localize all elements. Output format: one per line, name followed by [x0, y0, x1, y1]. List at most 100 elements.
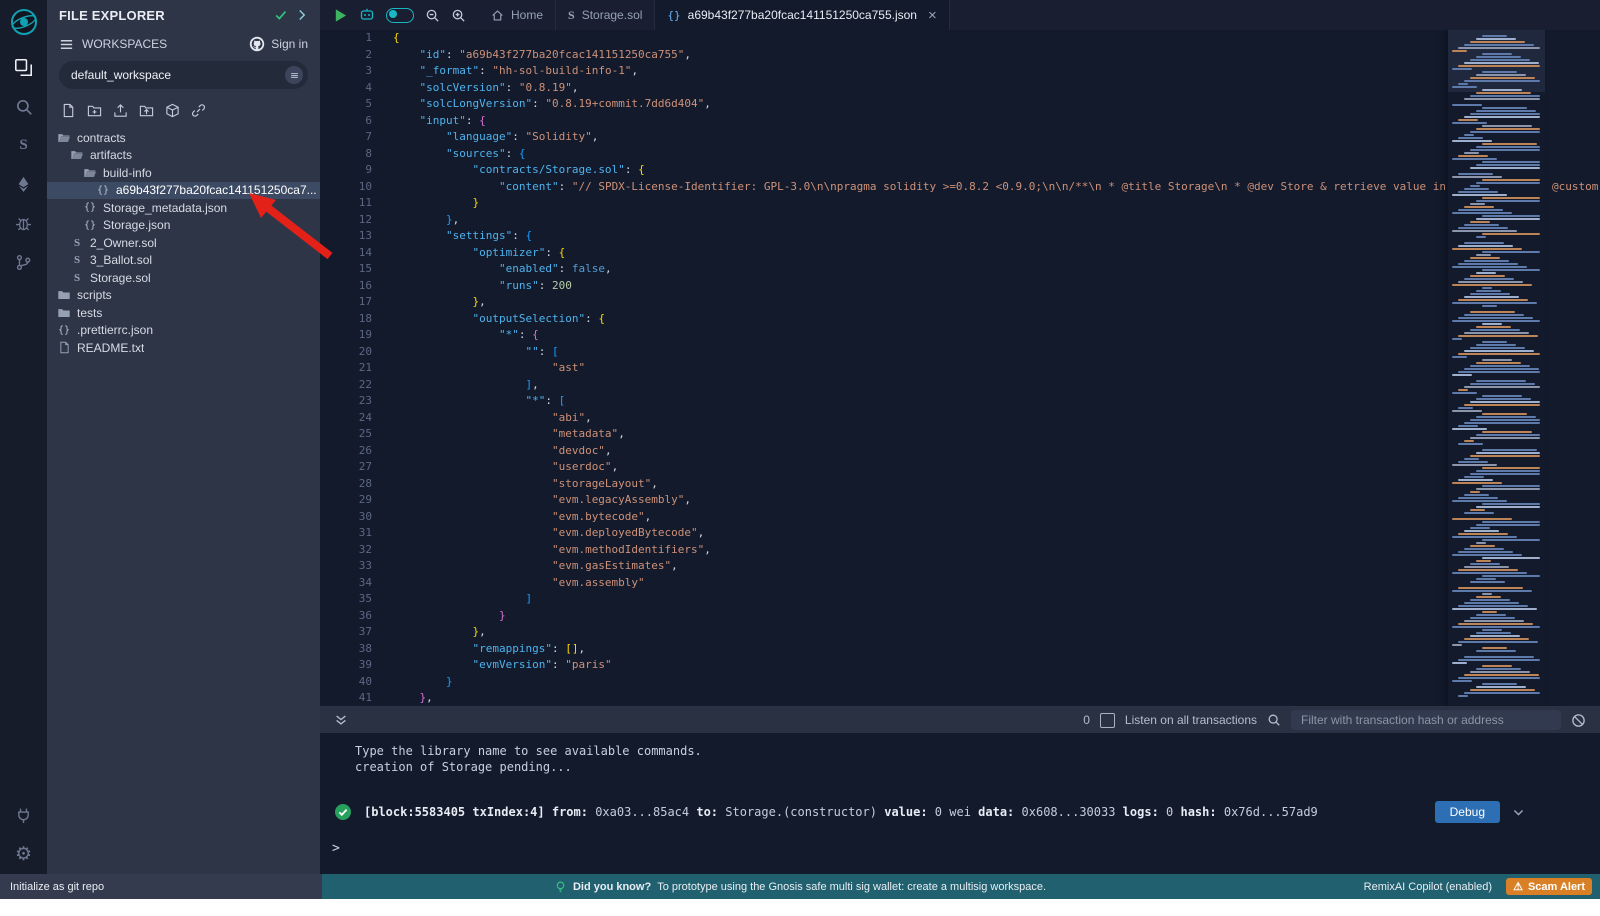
- sign-in-label: Sign in: [271, 37, 308, 51]
- tree-item-storage-sol[interactable]: S Storage.sol: [47, 269, 320, 287]
- github-icon: [249, 36, 265, 52]
- editor-tab-bar: Home S Storage.sol {} a69b43f277ba20fcac…: [320, 0, 1600, 30]
- workspaces-label: WORKSPACES: [82, 37, 167, 51]
- upload-folder-icon[interactable]: [139, 103, 154, 118]
- file-tree: contractsartifacts build-info {} a69b43f277…: [47, 129, 320, 357]
- tree-item-label: Storage.json: [103, 218, 170, 232]
- code-editor[interactable]: 1{2 "id": "a69b43f277ba20fcac141151250ca…: [320, 30, 1600, 706]
- folder-open-icon: [70, 148, 84, 162]
- filter-input[interactable]: [1291, 710, 1561, 730]
- tree-item-label: tests: [77, 306, 102, 320]
- json-icon: {}: [96, 185, 110, 196]
- folder-icon: [57, 306, 71, 320]
- editor-toggle-switch[interactable]: [386, 8, 414, 23]
- git-icon[interactable]: [0, 243, 47, 282]
- tree-item-prettierrc-json[interactable]: {}.prettierrc.json: [47, 322, 320, 340]
- tree-item-a69b43f277ba20fcac141151250ca7[interactable]: {} a69b43f277ba20fcac141151250ca7...: [47, 182, 320, 200]
- file-explorer-icon[interactable]: [0, 48, 47, 87]
- tab-build-info-json[interactable]: {} a69b43f277ba20fcac141151250ca755.json…: [655, 0, 949, 30]
- window-bottom-gap: [0, 899, 1600, 916]
- editor-area: Home S Storage.sol {} a69b43f277ba20fcac…: [320, 0, 1600, 706]
- tx-summary: [block:5583405 txIndex:4] from: 0xa03...…: [364, 805, 1318, 819]
- tab-home[interactable]: Home: [479, 0, 556, 30]
- deploy-run-icon[interactable]: [0, 165, 47, 204]
- tree-item-label: 2_Owner.sol: [90, 236, 157, 250]
- new-file-icon[interactable]: [61, 103, 76, 118]
- tab-label: a69b43f277ba20fcac141151250ca755.json: [688, 8, 917, 22]
- status-bar: Did you know? To prototype using the Gno…: [0, 874, 1600, 899]
- search-icon[interactable]: [0, 87, 47, 126]
- tree-item-label: Storage_metadata.json: [103, 201, 227, 215]
- upload-file-icon[interactable]: [113, 103, 128, 118]
- tree-item-label: 3_Ballot.sol: [90, 253, 152, 267]
- tree-item-storage-json[interactable]: {} Storage.json: [47, 217, 320, 235]
- json-icon: {}: [57, 325, 71, 336]
- tree-item-contracts[interactable]: contracts: [47, 129, 320, 147]
- folder-open-icon: [57, 131, 71, 145]
- transaction-row[interactable]: [block:5583405 txIndex:4] from: 0xa03...…: [334, 801, 1600, 823]
- file-icon: [57, 341, 71, 354]
- tree-item-label: scripts: [77, 288, 112, 302]
- solidity-icon: S: [70, 237, 84, 249]
- panel-title: FILE EXPLORER: [59, 8, 165, 23]
- json-file-icon: {}: [667, 9, 680, 22]
- tree-item-label: a69b43f277ba20fcac141151250ca7...: [116, 183, 317, 197]
- panel-collapse-chevron-icon[interactable]: [296, 9, 308, 21]
- tree-item-scripts[interactable]: scripts: [47, 287, 320, 305]
- new-folder-icon[interactable]: [87, 103, 102, 118]
- json-icon: {}: [83, 202, 97, 213]
- solidity-compiler-icon[interactable]: S: [0, 126, 47, 165]
- tab-storage-sol[interactable]: S Storage.sol: [556, 0, 655, 30]
- json-icon: {}: [83, 220, 97, 231]
- zoom-out-icon[interactable]: [425, 8, 440, 23]
- tree-item-storage-metadata-json[interactable]: {} Storage_metadata.json: [47, 199, 320, 217]
- solidity-icon: S: [70, 272, 84, 284]
- tree-item-tests[interactable]: tests: [47, 304, 320, 322]
- minimap[interactable]: [1448, 30, 1545, 706]
- sign-in-button[interactable]: Sign in: [249, 36, 308, 52]
- workspaces-menu-icon[interactable]: [59, 37, 74, 52]
- clear-console-icon[interactable]: [1571, 713, 1586, 728]
- plugin-manager-icon[interactable]: [0, 796, 47, 835]
- debug-button[interactable]: Debug: [1435, 801, 1500, 823]
- tree-item-3-ballot-sol[interactable]: S3_Ballot.sol: [47, 252, 320, 270]
- terminal-header: 0 Listen on all transactions: [320, 707, 1600, 733]
- play-icon[interactable]: [333, 8, 348, 23]
- code-lines: 1{2 "id": "a69b43f277ba20fcac141151250ca…: [320, 30, 1600, 706]
- tx-expand-chevron-icon[interactable]: [1512, 806, 1525, 819]
- workspace-selected-value: default_workspace: [71, 68, 171, 82]
- scam-alert-badge[interactable]: ⚠ Scam Alert: [1506, 878, 1592, 895]
- tab-label: Storage.sol: [582, 8, 643, 22]
- tip-title: Did you know?: [573, 881, 651, 893]
- activity-bar: S ⚙: [0, 0, 47, 874]
- copilot-status[interactable]: RemixAI Copilot (enabled): [1364, 881, 1492, 893]
- ai-scan-icon[interactable]: [359, 7, 375, 23]
- close-icon[interactable]: ×: [928, 7, 937, 24]
- load-cube-icon[interactable]: [165, 103, 180, 118]
- tree-item-build-info[interactable]: build-info: [47, 164, 320, 182]
- terminal-log-line: Type the library name to see available c…: [355, 743, 1600, 759]
- tree-item-readme-txt[interactable]: README.txt: [47, 339, 320, 357]
- terminal-log-line: creation of Storage pending...: [355, 759, 1600, 775]
- init-git-repo-button[interactable]: Initialize as git repo: [0, 874, 322, 899]
- tree-item-label: artifacts: [90, 148, 132, 162]
- file-explorer-toolbar: [47, 93, 320, 127]
- home-icon: [491, 9, 504, 22]
- terminal-prompt[interactable]: >: [332, 841, 1600, 856]
- warning-icon: ⚠: [1513, 880, 1523, 893]
- tree-item-label: Storage.sol: [90, 271, 151, 285]
- transaction-count: 0: [1083, 713, 1090, 727]
- zoom-in-icon[interactable]: [451, 8, 466, 23]
- workspace-select[interactable]: default_workspace: [59, 61, 308, 89]
- workspace-options-icon[interactable]: [285, 66, 303, 84]
- listen-all-transactions-checkbox[interactable]: [1100, 713, 1115, 728]
- remix-logo-icon[interactable]: [10, 8, 38, 36]
- tree-item-2-owner-sol[interactable]: S 2_Owner.sol: [47, 234, 320, 252]
- listen-all-transactions-label: Listen on all transactions: [1125, 713, 1257, 727]
- link-icon[interactable]: [191, 103, 206, 118]
- expand-terminal-icon[interactable]: [334, 713, 348, 727]
- scam-alert-label: Scam Alert: [1528, 881, 1585, 893]
- settings-gear-icon[interactable]: ⚙: [0, 835, 47, 874]
- tree-item-artifacts[interactable]: artifacts: [47, 147, 320, 165]
- debugger-icon[interactable]: [0, 204, 47, 243]
